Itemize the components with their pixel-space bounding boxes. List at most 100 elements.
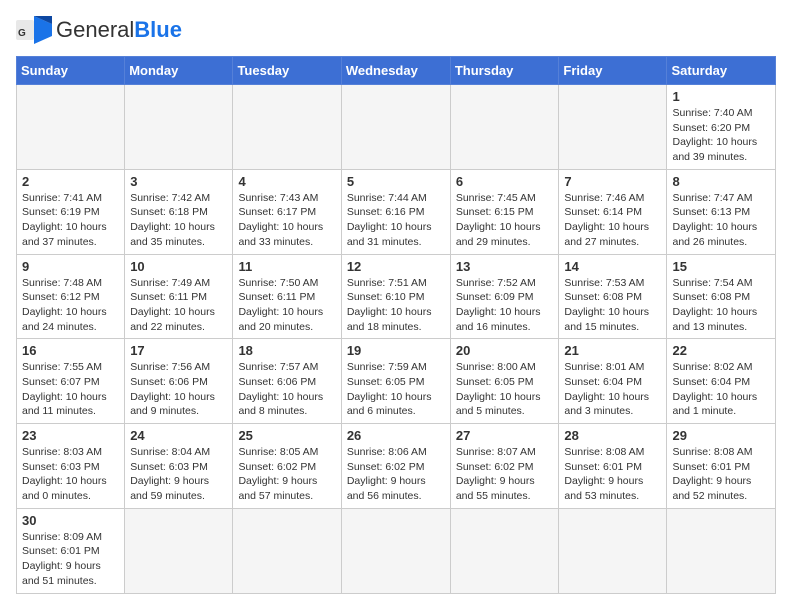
day-number: 18 xyxy=(238,343,335,358)
day-info: Sunrise: 8:03 AM Sunset: 6:03 PM Dayligh… xyxy=(22,445,119,504)
calendar-cell: 7 Sunrise: 7:46 AM Sunset: 6:14 PM Daylig… xyxy=(559,169,667,254)
day-header-sunday: Sunday xyxy=(17,57,125,85)
day-number: 13 xyxy=(456,259,554,274)
day-info: Sunrise: 8:08 AM Sunset: 6:01 PM Dayligh… xyxy=(564,445,661,504)
calendar-cell: 21Sunrise: 8:01 AM Sunset: 6:04 PM Dayli… xyxy=(559,339,667,424)
calendar-cell: 3Sunrise: 7:42 AM Sunset: 6:18 PM Daylig… xyxy=(125,169,233,254)
logo-text: GeneralBlue xyxy=(56,17,182,43)
day-info: Sunrise: 8:07 AM Sunset: 6:02 PM Dayligh… xyxy=(456,445,554,504)
day-number: 1 xyxy=(672,89,770,104)
calendar-header: SundayMondayTuesdayWednesdayThursdayFrid… xyxy=(17,57,776,85)
calendar-cell xyxy=(667,508,776,593)
day-info: Sunrise: 7:50 AM Sunset: 6:11 PM Dayligh… xyxy=(238,276,335,335)
day-info: Sunrise: 7:48 AM Sunset: 6:12 PM Dayligh… xyxy=(22,276,119,335)
week-row-1: 2Sunrise: 7:41 AM Sunset: 6:19 PM Daylig… xyxy=(17,169,776,254)
week-row-4: 23 Sunrise: 8:03 AM Sunset: 6:03 PM Dayli… xyxy=(17,424,776,509)
day-number: 28 xyxy=(564,428,661,443)
svg-text:G: G xyxy=(18,28,26,39)
day-header-thursday: Thursday xyxy=(450,57,559,85)
day-number: 11 xyxy=(238,259,335,274)
calendar-cell: 25 Sunrise: 8:05 AM Sunset: 6:02 PM Dayli… xyxy=(233,424,341,509)
day-number: 4 xyxy=(238,174,335,189)
calendar-cell: 1 Sunrise: 7:40 AM Sunset: 6:20 PM Daylig… xyxy=(667,85,776,170)
day-number: 22 xyxy=(672,343,770,358)
day-number: 27 xyxy=(456,428,554,443)
calendar-cell: 19 Sunrise: 7:59 AM Sunset: 6:05 PM Dayli… xyxy=(341,339,450,424)
day-number: 23 xyxy=(22,428,119,443)
day-number: 15 xyxy=(672,259,770,274)
day-header-tuesday: Tuesday xyxy=(233,57,341,85)
day-info: Sunrise: 8:02 AM Sunset: 6:04 PM Dayligh… xyxy=(672,360,770,419)
day-number: 26 xyxy=(347,428,445,443)
calendar-cell xyxy=(341,85,450,170)
day-number: 19 xyxy=(347,343,445,358)
calendar-cell: 12 Sunrise: 7:51 AM Sunset: 6:10 PM Dayli… xyxy=(341,254,450,339)
day-number: 30 xyxy=(22,513,119,528)
day-info: Sunrise: 7:46 AM Sunset: 6:14 PM Dayligh… xyxy=(564,191,661,250)
day-number: 21 xyxy=(564,343,661,358)
day-info: Sunrise: 7:55 AM Sunset: 6:07 PM Dayligh… xyxy=(22,360,119,419)
day-number: 16 xyxy=(22,343,119,358)
calendar-cell xyxy=(233,508,341,593)
day-info: Sunrise: 7:42 AM Sunset: 6:18 PM Dayligh… xyxy=(130,191,227,250)
calendar-cell xyxy=(17,85,125,170)
week-row-2: 9 Sunrise: 7:48 AM Sunset: 6:12 PM Daylig… xyxy=(17,254,776,339)
header-row: SundayMondayTuesdayWednesdayThursdayFrid… xyxy=(17,57,776,85)
calendar-cell: 10 Sunrise: 7:49 AM Sunset: 6:11 PM Dayli… xyxy=(125,254,233,339)
calendar-cell: 29Sunrise: 8:08 AM Sunset: 6:01 PM Dayli… xyxy=(667,424,776,509)
day-info: Sunrise: 7:57 AM Sunset: 6:06 PM Dayligh… xyxy=(238,360,335,419)
day-number: 7 xyxy=(564,174,661,189)
day-number: 17 xyxy=(130,343,227,358)
calendar-cell: 18 Sunrise: 7:57 AM Sunset: 6:06 PM Dayli… xyxy=(233,339,341,424)
calendar-cell xyxy=(125,508,233,593)
day-info: Sunrise: 7:54 AM Sunset: 6:08 PM Dayligh… xyxy=(672,276,770,335)
calendar-cell xyxy=(559,508,667,593)
day-info: Sunrise: 8:04 AM Sunset: 6:03 PM Dayligh… xyxy=(130,445,227,504)
day-info: Sunrise: 7:51 AM Sunset: 6:10 PM Dayligh… xyxy=(347,276,445,335)
calendar-cell xyxy=(125,85,233,170)
day-info: Sunrise: 8:06 AM Sunset: 6:02 PM Dayligh… xyxy=(347,445,445,504)
week-row-5: 30 Sunrise: 8:09 AM Sunset: 6:01 PM Dayli… xyxy=(17,508,776,593)
day-number: 8 xyxy=(672,174,770,189)
calendar-cell xyxy=(559,85,667,170)
day-info: Sunrise: 7:44 AM Sunset: 6:16 PM Dayligh… xyxy=(347,191,445,250)
day-number: 12 xyxy=(347,259,445,274)
day-info: Sunrise: 8:09 AM Sunset: 6:01 PM Dayligh… xyxy=(22,530,119,589)
calendar: SundayMondayTuesdayWednesdayThursdayFrid… xyxy=(16,56,776,594)
calendar-cell: 22 Sunrise: 8:02 AM Sunset: 6:04 PM Dayli… xyxy=(667,339,776,424)
day-header-saturday: Saturday xyxy=(667,57,776,85)
calendar-cell: 15 Sunrise: 7:54 AM Sunset: 6:08 PM Dayli… xyxy=(667,254,776,339)
calendar-cell: 11 Sunrise: 7:50 AM Sunset: 6:11 PM Dayli… xyxy=(233,254,341,339)
calendar-cell: 16 Sunrise: 7:55 AM Sunset: 6:07 PM Dayli… xyxy=(17,339,125,424)
calendar-cell: 4Sunrise: 7:43 AM Sunset: 6:17 PM Daylig… xyxy=(233,169,341,254)
day-info: Sunrise: 7:49 AM Sunset: 6:11 PM Dayligh… xyxy=(130,276,227,335)
day-number: 25 xyxy=(238,428,335,443)
calendar-cell: 5Sunrise: 7:44 AM Sunset: 6:16 PM Daylig… xyxy=(341,169,450,254)
day-info: Sunrise: 7:47 AM Sunset: 6:13 PM Dayligh… xyxy=(672,191,770,250)
day-number: 14 xyxy=(564,259,661,274)
calendar-cell: 27 Sunrise: 8:07 AM Sunset: 6:02 PM Dayli… xyxy=(450,424,559,509)
calendar-cell xyxy=(450,85,559,170)
calendar-cell: 8 Sunrise: 7:47 AM Sunset: 6:13 PM Daylig… xyxy=(667,169,776,254)
day-info: Sunrise: 8:05 AM Sunset: 6:02 PM Dayligh… xyxy=(238,445,335,504)
calendar-cell: 9 Sunrise: 7:48 AM Sunset: 6:12 PM Daylig… xyxy=(17,254,125,339)
week-row-3: 16 Sunrise: 7:55 AM Sunset: 6:07 PM Dayli… xyxy=(17,339,776,424)
day-info: Sunrise: 7:56 AM Sunset: 6:06 PM Dayligh… xyxy=(130,360,227,419)
day-number: 20 xyxy=(456,343,554,358)
week-row-0: 1 Sunrise: 7:40 AM Sunset: 6:20 PM Daylig… xyxy=(17,85,776,170)
day-number: 10 xyxy=(130,259,227,274)
calendar-cell: 13 Sunrise: 7:52 AM Sunset: 6:09 PM Dayli… xyxy=(450,254,559,339)
day-header-monday: Monday xyxy=(125,57,233,85)
day-number: 9 xyxy=(22,259,119,274)
logo-icon: G xyxy=(16,16,52,44)
day-info: Sunrise: 7:59 AM Sunset: 6:05 PM Dayligh… xyxy=(347,360,445,419)
calendar-cell: 20Sunrise: 8:00 AM Sunset: 6:05 PM Dayli… xyxy=(450,339,559,424)
day-info: Sunrise: 7:52 AM Sunset: 6:09 PM Dayligh… xyxy=(456,276,554,335)
day-number: 29 xyxy=(672,428,770,443)
calendar-cell: 30 Sunrise: 8:09 AM Sunset: 6:01 PM Dayli… xyxy=(17,508,125,593)
day-info: Sunrise: 7:40 AM Sunset: 6:20 PM Dayligh… xyxy=(672,106,770,165)
calendar-cell xyxy=(341,508,450,593)
calendar-cell: 24Sunrise: 8:04 AM Sunset: 6:03 PM Dayli… xyxy=(125,424,233,509)
day-header-friday: Friday xyxy=(559,57,667,85)
calendar-cell: 14Sunrise: 7:53 AM Sunset: 6:08 PM Dayli… xyxy=(559,254,667,339)
